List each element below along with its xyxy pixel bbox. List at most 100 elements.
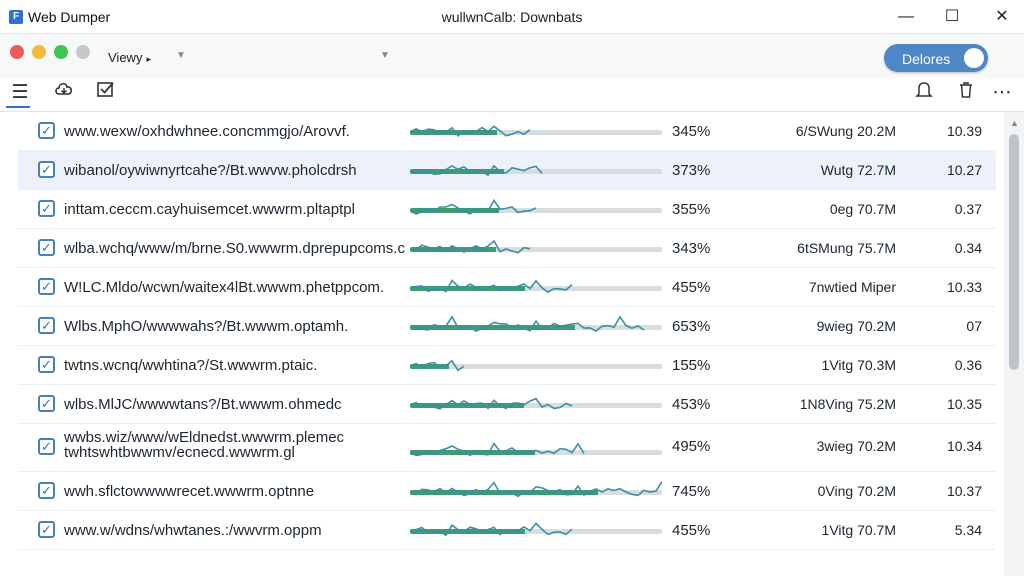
chevron-down-icon[interactable]: ▼ [380,50,390,61]
row-url: wwh.sflctowwwwrecet.wwwrm.optnne [64,483,424,500]
row-checkbox[interactable]: ✓ [38,438,55,455]
maximize-button[interactable]: ☐ [932,4,972,30]
row-url: inttam.ceccm.cayhuisemcet.wwwrm.pltaptpl [64,201,424,218]
row-percent: 345% [672,123,711,140]
row-checkbox[interactable]: ✓ [38,482,55,499]
download-row[interactable]: ✓ W!LC.Mldo/wcwn/waitex4lBt.wwwm.phetppco… [18,268,996,307]
window-title: wullwnCalb: Downbats [441,9,583,25]
row-checkbox[interactable]: ✓ [38,200,55,217]
toolbar [0,34,1024,78]
speed-graph-line [410,279,573,294]
close-dot-button[interactable] [10,45,24,59]
speed-graph-line [410,315,645,333]
row-speed: 5.34 [954,522,982,538]
row-checkbox[interactable]: ✓ [38,122,55,139]
scroll-thumb[interactable] [1009,134,1019,370]
row-checkbox[interactable]: ✓ [38,161,55,178]
row-speed: 10.35 [946,396,982,412]
row-percent: 155% [672,357,711,374]
row-url-text: W!LC.Mldo/wcwn/waitex4lBt.wwwm.phetppcom… [64,279,385,296]
speed-graph [410,397,573,410]
speed-graph-line [410,481,662,498]
delores-toggle[interactable]: Delores [884,44,988,72]
download-row[interactable]: ✓ twtns.wcnq/wwhtina?/St.wwwrm.ptaic. 155%… [18,346,996,385]
speed-graph-line [410,164,543,177]
speed-graph-line [410,442,585,457]
row-speed: 0.34 [954,240,982,256]
row-percent: 495% [672,438,711,455]
row-percent: 745% [672,483,711,500]
speed-graph [410,239,531,254]
icon-toolbar [0,78,1024,112]
row-percent: 455% [672,279,711,296]
scroll-up-icon[interactable]: ▲ [1010,118,1019,128]
download-row[interactable]: ✓ wwh.sflctowwwwrecet.wwwrm.optnne 745% 0Vi… [18,472,996,511]
checkbox-icon[interactable] [92,80,120,106]
cloud-icon[interactable] [50,80,78,106]
zoom-dot-button[interactable] [54,45,68,59]
toggle-knob [964,48,984,68]
row-percent: 343% [672,240,711,257]
download-row[interactable]: ✓ inttam.ceccm.cayhuisemcet.wwwrm.pltaptp… [18,190,996,229]
row-url-text: wlba.wchq/www/m/brne.S0.wwwrm.dprepupcom… [64,240,405,257]
row-size: 1Vitg 70.3M [821,357,896,373]
row-checkbox[interactable]: ✓ [38,356,55,373]
row-percent: 653% [672,318,711,335]
row-size: 9wieg 70.2M [816,318,896,334]
row-size: 7nwtied Miper [808,279,896,295]
row-size: 6/SWung 20.2M [795,123,896,139]
row-checkbox[interactable]: ✓ [38,317,55,334]
row-url: twtns.wcnq/wwhtina?/St.wwwrm.ptaic. [64,357,424,374]
download-row[interactable]: ✓ wwbs.wiz/www/wEldnedst.wwwrm.plemec twht… [18,424,996,472]
download-row[interactable]: ✓ wlba.wchq/www/m/brne.S0.wwwrm.dprepupco… [18,229,996,268]
row-speed: 10.33 [946,279,982,295]
row-speed: 10.39 [946,123,982,139]
row-url: wlbs.MlJC/wwwwtans?/Bt.wwwm.ohmedc [64,396,424,413]
trash-icon[interactable] [952,80,980,106]
more-icon[interactable]: ⋯ [988,80,1016,106]
caret-right-icon: ▸ [146,54,151,64]
row-url: W!LC.Mldo/wcwn/waitex4lBt.wwwm.phetppcom… [64,279,424,296]
row-url-text: www.wexw/oxhdwhnee.concmmgjo/Arovvf. [64,123,350,140]
minimize-button[interactable]: — [886,4,926,30]
chevron-down-icon[interactable]: ▼ [176,50,186,61]
view-dropdown[interactable]: Viewy ▸ [108,50,151,65]
row-percent: 355% [672,201,711,218]
download-row[interactable]: ✓ wlbs.MlJC/wwwwtans?/Bt.wwwm.ohmedc 453% 1… [18,385,996,424]
row-percent: 373% [672,162,711,179]
row-percent: 453% [672,396,711,413]
download-row[interactable]: ✓ www.w/wdns/whwtanes.:/wwvrm.oppm 455% 1Vi… [18,511,996,550]
row-size: 0Ving 70.2M [817,483,896,499]
speed-graph-line [410,198,537,216]
row-checkbox[interactable]: ✓ [38,521,55,538]
speed-graph-line [410,239,531,254]
disabled-dot-button[interactable] [76,45,90,59]
speed-graph [410,279,573,294]
row-checkbox[interactable]: ✓ [38,239,55,256]
row-speed: 10.27 [946,162,982,178]
bell-icon[interactable] [910,80,938,106]
row-url: www.w/wdns/whwtanes.:/wwvrm.oppm [64,522,424,539]
scrollbar[interactable]: ▲ [1004,112,1024,576]
row-url-text: inttam.ceccm.cayhuisemcet.wwwrm.pltaptpl [64,201,355,218]
speed-graph-line [410,125,531,137]
row-speed: 07 [966,318,982,334]
speed-graph [410,522,573,537]
row-checkbox[interactable]: ✓ [38,278,55,295]
row-checkbox[interactable]: ✓ [38,395,55,412]
view-dropdown-label: Viewy [108,50,143,65]
speed-graph [410,125,531,137]
active-tab-indicator [6,106,30,108]
speed-graph [410,164,543,177]
download-row[interactable]: ✓ wibanol/oywiwnyrtcahe?/Bt.wwvw.pholcdrs… [18,151,996,190]
row-size: 3wieg 70.2M [816,438,896,454]
download-row[interactable]: ✓ www.wexw/oxhdwhnee.concmmgjo/Arovvf. 345… [18,112,996,151]
download-row[interactable]: ✓ Wlbs.MphO/wwwwahs?/Bt.wwwm.optamh. 653% 9… [18,307,996,346]
row-url-text: wlbs.MlJC/wwwwtans?/Bt.wwwm.ohmedc [64,396,342,413]
close-button[interactable]: ✕ [982,4,1022,30]
row-url: wwbs.wiz/www/wEldnedst.wwwrm.plemec twhts… [64,430,424,460]
row-size: 6tSMung 75.7M [797,240,896,256]
title-bar: F Web Dumper wullwnCalb: Downbats — ☐ ✕ [0,0,1024,34]
minimize-dot-button[interactable] [32,45,46,59]
menu-icon[interactable]: ☰ [6,80,34,106]
